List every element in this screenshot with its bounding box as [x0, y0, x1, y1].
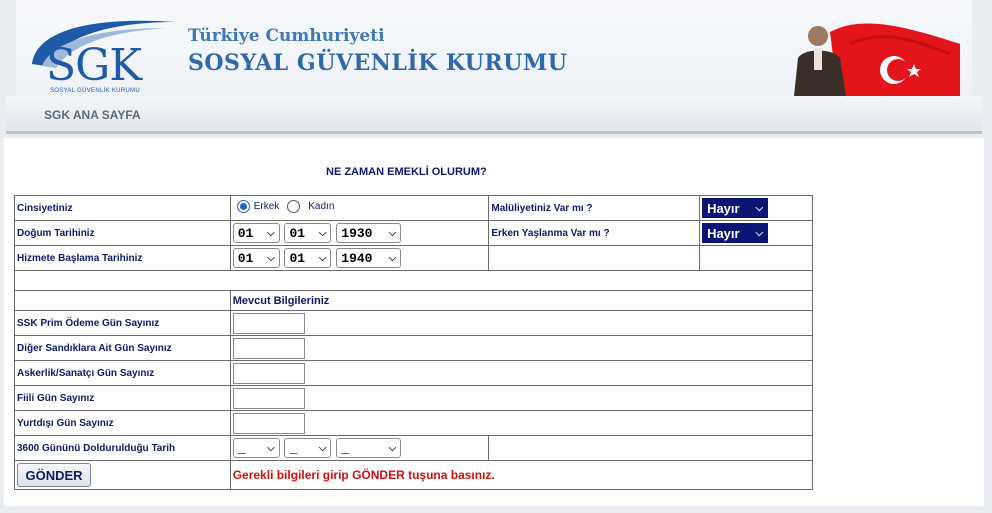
chevron-down-icon: ⌵ [267, 227, 275, 239]
logo-subtext: SOSYAL GÜVENLİK KURUMU [50, 88, 140, 94]
chevron-down-icon: ⌵ [388, 227, 397, 239]
birth-label: Doğum Tarihiniz [14, 220, 231, 246]
chevron-down-icon: ⌵ [388, 442, 397, 454]
form-row-heading: Mevcut Bilgileriniz [14, 290, 814, 311]
current-info-heading: Mevcut Bilgileriniz [229, 290, 814, 311]
ssk-days-label: SSK Prim Ödeme Gün Sayınız [14, 310, 231, 336]
gender-options: Erkek Kadın [229, 195, 490, 221]
ssk-days-input[interactable] [232, 312, 305, 334]
birth-month-select[interactable]: 01 ⌵ [284, 223, 332, 243]
sgk-logo[interactable]: SGK SOSYAL GÜVENLİK KURUMU [26, 14, 176, 94]
completion-day-select[interactable]: _ ⌵ [232, 438, 280, 458]
abroad-days-input[interactable] [232, 412, 305, 434]
header-title-line2: SOSYAL GÜVENLİK KURUMU [188, 50, 568, 76]
military-days-label: Askerlik/Sanatçı Gün Sayınız [14, 360, 231, 386]
gender-female-label: Kadın [308, 201, 335, 212]
chevron-down-icon: ⌵ [388, 252, 397, 264]
chevron-down-icon: ⌵ [267, 442, 275, 454]
abroad-days-label: Yurtdışı Gün Sayınız [14, 410, 231, 436]
form-row-submit: GÖNDER Gerekli bilgileri girip GÖNDER tu… [14, 460, 814, 490]
gender-male-radio[interactable] [236, 200, 250, 213]
home-link[interactable]: SGK ANA SAYFA [44, 108, 141, 122]
turkish-flag-icon [794, 23, 960, 96]
chevron-down-icon: ⌵ [318, 252, 327, 264]
page-title: NE ZAMAN EMEKLİ OLURUM? [326, 166, 487, 178]
form-row-military: Askerlik/Sanatçı Gün Sayınız [14, 360, 814, 386]
form-row-abroad-days: Yurtdışı Gün Sayınız [14, 410, 814, 436]
form-row-service-start: Hizmete Başlama Tarihiniz 01 ⌵ 01 ⌵ 1940 ⌵ [14, 245, 813, 271]
site-header: SGK SOSYAL GÜVENLİK KURUMU Türkiye Cumhu… [16, 0, 972, 96]
form-spacer-row [14, 270, 813, 291]
other-funds-input[interactable] [232, 337, 305, 359]
chevron-down-icon: ⌵ [755, 202, 764, 214]
other-funds-label: Diğer Sandıklara Ait Gün Sayınız [14, 335, 231, 361]
submit-button[interactable]: GÖNDER [17, 463, 91, 487]
logo-text: SGK [46, 40, 142, 91]
chevron-down-icon: ⌵ [318, 442, 327, 454]
completion-month-select[interactable]: _ ⌵ [284, 438, 332, 458]
completion-year-select[interactable]: _ ⌵ [336, 438, 402, 458]
birth-year-select[interactable]: 1930 ⌵ [336, 223, 402, 243]
chevron-down-icon: ⌵ [318, 227, 327, 239]
actual-days-input[interactable] [232, 387, 305, 409]
form-row-other-funds: Diğer Sandıklara Ait Gün Sayınız [14, 335, 814, 361]
birth-day-select[interactable]: 01 ⌵ [232, 223, 280, 243]
disability-label: Malüliyetiniz Var mı ? [488, 195, 701, 221]
form-row-completion-date: 3600 Gününü Doldurulduğu Tarih _ ⌵ _ ⌵ _ ⌵ [14, 435, 813, 461]
instruction-message: Gerekli bilgileri girip GÖNDER tuşuna ba… [229, 460, 814, 490]
completion-date-label: 3600 Gününü Doldurulduğu Tarih [14, 435, 231, 461]
nav-bar: SGK ANA SAYFA [6, 96, 982, 134]
disability-select[interactable]: Hayır ⌵ [702, 198, 769, 218]
form-row-birth: Doğum Tarihiniz 01 ⌵ 01 ⌵ 1930 ⌵ Erken Yaşl… [14, 220, 813, 246]
main-panel: NE ZAMAN EMEKLİ OLURUM? Cinsiyetiniz Erk… [4, 138, 984, 506]
header-title-line1: Türkiye Cumhuriyeti [188, 26, 385, 46]
actual-days-label: Fiili Gün Sayınız [14, 385, 231, 411]
form-row-gender: Cinsiyetiniz Erkek Kadın Malüliyetiniz V… [14, 195, 813, 221]
gender-female-radio[interactable] [287, 200, 301, 213]
service-month-select[interactable]: 01 ⌵ [284, 248, 332, 268]
early-aging-label: Erken Yaşlanma Var mı ? [488, 220, 701, 246]
chevron-down-icon: ⌵ [755, 227, 764, 239]
service-day-select[interactable]: 01 ⌵ [232, 248, 280, 268]
form-row-ssk-days: SSK Prim Ödeme Gün Sayınız [14, 310, 814, 336]
gender-male-label: Erkek [253, 201, 280, 212]
form-row-actual-days: Fiili Gün Sayınız [14, 385, 814, 411]
retirement-form: Cinsiyetiniz Erkek Kadın Malüliyetiniz V… [14, 195, 814, 490]
service-start-label: Hizmete Başlama Tarihiniz [14, 245, 231, 271]
early-aging-select[interactable]: Hayır ⌵ [702, 223, 769, 243]
gender-label: Cinsiyetiniz [14, 195, 231, 221]
chevron-down-icon: ⌵ [267, 252, 275, 264]
military-days-input[interactable] [232, 362, 305, 384]
service-year-select[interactable]: 1940 ⌵ [336, 248, 402, 268]
